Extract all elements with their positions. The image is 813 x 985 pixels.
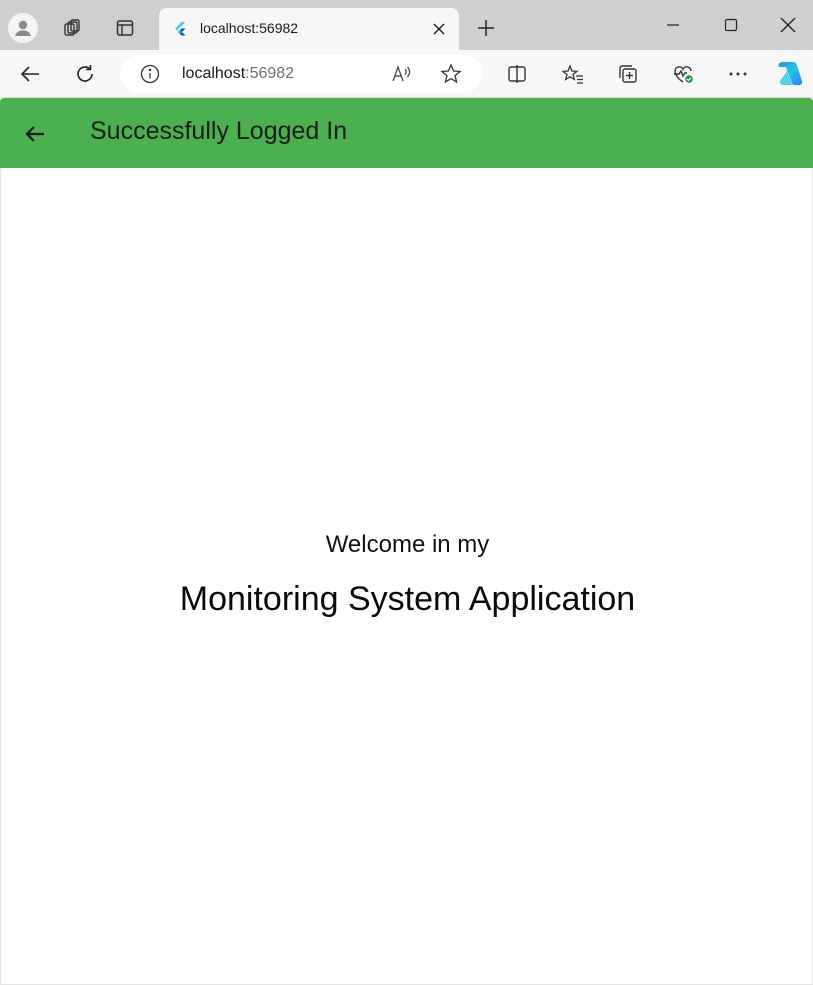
read-aloud-icon[interactable] <box>390 63 412 85</box>
copilot-icon[interactable] <box>773 58 805 90</box>
active-tab[interactable]: localhost:56982 <box>159 8 459 50</box>
maximize-button[interactable] <box>709 8 753 42</box>
tab-close-icon[interactable] <box>429 19 449 39</box>
profile-avatar-icon[interactable] <box>8 13 38 43</box>
split-screen-icon[interactable] <box>501 58 533 90</box>
new-tab-button[interactable] <box>470 12 502 44</box>
url-host: localhost <box>182 65 246 82</box>
page-title: Successfully Logged In <box>90 117 348 145</box>
workspaces-icon[interactable] <box>56 12 88 44</box>
tab-title: localhost:56982 <box>200 20 299 36</box>
application-name: Monitoring System Application <box>179 580 636 618</box>
ellipsis-icon[interactable] <box>722 58 754 90</box>
flutter-logo-icon <box>172 21 188 37</box>
back-button[interactable] <box>14 58 46 90</box>
welcome-text: Welcome in my <box>325 531 490 558</box>
page-body: Welcome in my Monitoring System Applicat… <box>0 168 813 985</box>
address-bar[interactable]: localhost:56982 <box>120 55 482 93</box>
app-bar: Successfully Logged In <box>0 98 813 168</box>
arrow-left-icon[interactable] <box>18 117 52 151</box>
browser-tab-strip: localhost:56982 <box>0 0 813 50</box>
refresh-button[interactable] <box>69 58 101 90</box>
star-icon[interactable] <box>440 63 462 85</box>
favorites-list-icon[interactable] <box>557 58 589 90</box>
collections-icon[interactable] <box>612 58 644 90</box>
vertical-tabs-icon[interactable] <box>109 12 141 44</box>
minimize-button[interactable] <box>651 8 695 42</box>
info-icon[interactable] <box>140 64 160 84</box>
close-window-button[interactable] <box>766 8 810 42</box>
browser-toolbar: localhost:56982 <box>0 50 813 98</box>
heart-pulse-icon[interactable] <box>667 58 699 90</box>
url-port: :56982 <box>245 65 295 82</box>
url-text[interactable]: localhost:56982 <box>182 65 294 83</box>
